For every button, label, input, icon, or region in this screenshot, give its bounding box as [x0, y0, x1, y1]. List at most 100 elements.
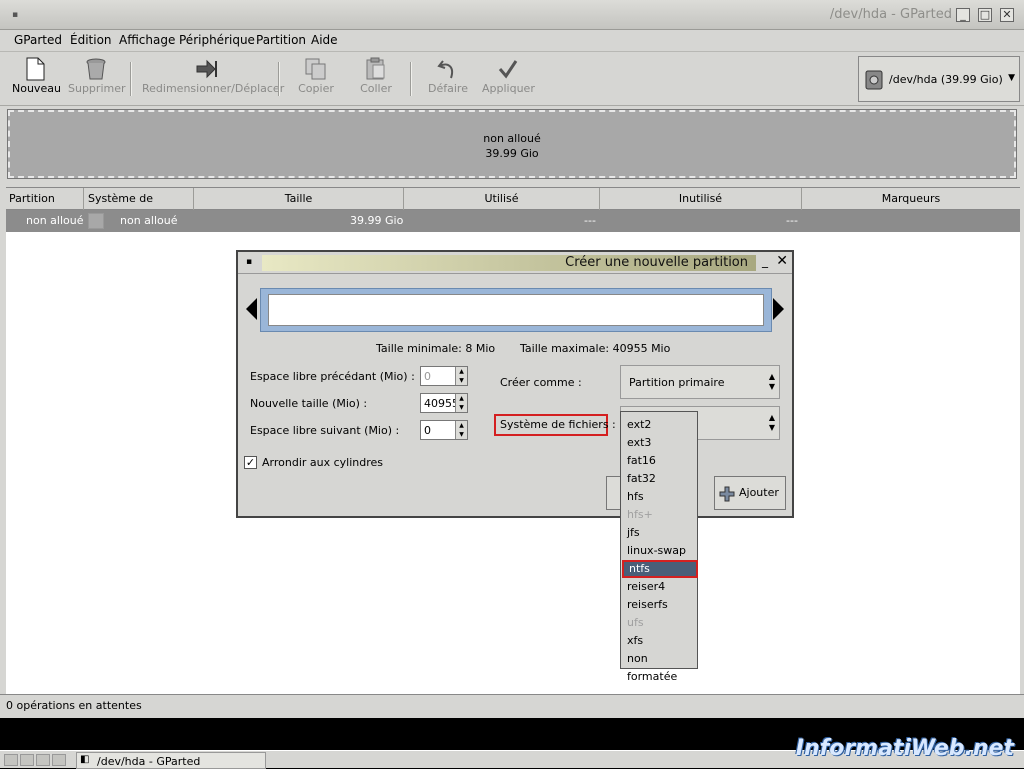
partition-size-slider[interactable]: [246, 284, 784, 336]
dialog-close-icon[interactable]: ✕: [776, 253, 788, 269]
free-before-spinner[interactable]: 0 ▲ ▼: [420, 366, 468, 386]
new-button[interactable]: Nouveau: [12, 56, 61, 102]
filesystem-label: Système de fichiers :: [500, 418, 616, 431]
filesystem-label-highlight: Système de fichiers :: [494, 414, 616, 436]
round-cylinders-label: Arrondir aux cylindres: [262, 456, 384, 469]
filesystem-option-ntfs[interactable]: ntfs: [622, 560, 698, 578]
free-before-value[interactable]: 0: [424, 370, 431, 383]
watermark-logo: InformatiWeb.net: [795, 736, 1014, 761]
trash-icon: [68, 56, 124, 82]
max-size-label: Taille maximale: 40955 Mio: [520, 342, 671, 355]
filesystem-option-ext3[interactable]: ext3: [625, 434, 695, 452]
workspace-3[interactable]: [36, 754, 50, 766]
add-button[interactable]: Ajouter: [714, 476, 786, 510]
slider-partition-fill: [268, 294, 764, 326]
column-header-filesystem[interactable]: Système de fichiers: [84, 188, 194, 227]
maximize-button[interactable]: □: [978, 8, 992, 22]
status-bar: 0 opérations en attentes: [0, 694, 1024, 718]
add-button-label: Ajouter: [739, 486, 779, 499]
filesystem-option-non-format-e[interactable]: non formatée: [625, 650, 695, 683]
filesystem-color-swatch: [88, 213, 104, 229]
filesystem-option-ufs[interactable]: ufs: [625, 614, 695, 632]
workspace-1[interactable]: [4, 754, 18, 766]
filesystem-option-jfs[interactable]: jfs: [625, 524, 695, 542]
device-selector[interactable]: /dev/hda (39.99 Gio) ▼: [858, 56, 1020, 102]
partition-table-header: Partition Système de fichiers Taille Uti…: [6, 187, 1020, 227]
chevron-down-icon: ▼: [1008, 73, 1015, 83]
free-after-spinner[interactable]: 0 ▲ ▼: [420, 420, 468, 440]
clipboard-icon: [354, 56, 398, 82]
spinner-arrows-icon[interactable]: ▲ ▼: [455, 394, 467, 412]
menu-edition[interactable]: Édition: [70, 33, 112, 47]
filesystem-option-ext2[interactable]: ext2: [625, 416, 695, 434]
menubar: GParted Édition Affichage Périphérique P…: [0, 30, 1024, 52]
column-header-size[interactable]: Taille: [194, 188, 404, 210]
cell-unused: ---: [786, 214, 798, 227]
create-as-label: Créer comme :: [500, 376, 582, 389]
dialog-menu-icon[interactable]: ▪: [246, 257, 252, 267]
column-header-flags[interactable]: Marqueurs: [802, 188, 1020, 210]
menu-partition[interactable]: Partition: [256, 33, 306, 47]
slider-left-handle-icon[interactable]: [246, 298, 257, 320]
spinner-arrows-icon[interactable]: ▲ ▼: [455, 367, 467, 385]
dialog-title: Créer une nouvelle partition: [565, 255, 748, 270]
toolbar-separator: [130, 62, 132, 96]
dialog-minimize-icon[interactable]: _: [762, 254, 768, 268]
menu-aide[interactable]: Aide: [311, 33, 338, 47]
filesystem-option-xfs[interactable]: xfs: [625, 632, 695, 650]
table-row[interactable]: non alloué non alloué 39.99 Gio --- ---: [6, 210, 1020, 232]
menu-peripherique[interactable]: Périphérique: [179, 33, 255, 47]
filesystem-option-reiserfs[interactable]: reiserfs: [625, 596, 695, 614]
delete-button[interactable]: Supprimer: [68, 56, 126, 102]
undo-icon: [426, 56, 470, 82]
copy-button[interactable]: Copier: [294, 56, 338, 102]
cell-partition: non alloué: [26, 214, 84, 227]
copy-icon: [294, 56, 338, 82]
filesystem-option-linux-swap[interactable]: linux-swap: [625, 542, 695, 560]
window-titlebar[interactable]: ▪ /dev/hda - GParted _ □ ✕: [0, 0, 1024, 30]
taskbar-task-gparted[interactable]: ◧ /dev/hda - GParted: [76, 752, 266, 769]
new-size-value[interactable]: 40955: [424, 397, 459, 410]
window-menu-icon[interactable]: ▪: [12, 10, 18, 20]
plus-icon: [719, 486, 735, 505]
cell-filesystem: non alloué: [120, 214, 178, 227]
create-partition-dialog: ▪ Créer une nouvelle partition _ ✕ Taill…: [236, 250, 794, 518]
filesystem-option-fat32[interactable]: fat32: [625, 470, 695, 488]
window-title: /dev/hda - GParted: [829, 7, 952, 22]
new-size-spinner[interactable]: 40955 ▲ ▼: [420, 393, 468, 413]
disk-graphic[interactable]: non alloué 39.99 Gio: [7, 109, 1017, 179]
resize-move-button[interactable]: Redimensionner/Déplacer: [142, 56, 284, 102]
paste-button[interactable]: Coller: [354, 56, 398, 102]
column-header-used[interactable]: Utilisé: [404, 188, 600, 210]
filesystem-option-fat16[interactable]: fat16: [625, 452, 695, 470]
toolbar-separator: [410, 62, 412, 96]
workspace-2[interactable]: [20, 754, 34, 766]
undo-button[interactable]: Défaire: [426, 56, 470, 102]
cell-size: 39.99 Gio: [350, 214, 404, 227]
combo-arrows-icon: ▲ ▼: [768, 372, 775, 391]
close-button[interactable]: ✕: [1000, 8, 1014, 22]
combo-arrows-icon: ▲ ▼: [768, 413, 775, 432]
menu-affichage[interactable]: Affichage: [119, 33, 175, 47]
workspace-4[interactable]: [52, 754, 66, 766]
create-as-combo[interactable]: Partition primaire ▲ ▼: [620, 365, 780, 399]
apply-button[interactable]: Appliquer: [482, 56, 535, 102]
device-label: /dev/hda (39.99 Gio): [889, 73, 1003, 86]
minimize-button[interactable]: _: [956, 8, 970, 22]
toolbar-separator: [278, 62, 280, 96]
slider-right-handle-icon[interactable]: [773, 298, 784, 320]
dialog-titlebar[interactable]: ▪ Créer une nouvelle partition _ ✕: [238, 252, 792, 274]
column-header-unused[interactable]: Inutilisé: [600, 188, 802, 210]
round-cylinders-checkbox[interactable]: ✓: [244, 456, 257, 469]
filesystem-option-reiser4[interactable]: reiser4: [625, 578, 695, 596]
checkmark-icon: [482, 56, 534, 82]
spinner-arrows-icon[interactable]: ▲ ▼: [455, 421, 467, 439]
filesystem-option-hfs[interactable]: hfs: [625, 488, 695, 506]
cell-used: ---: [584, 214, 596, 227]
disk-segment-label: non alloué: [483, 132, 541, 145]
filesystem-option-hfs-[interactable]: hfs+: [625, 506, 695, 524]
free-after-value[interactable]: 0: [424, 424, 431, 437]
free-before-label: Espace libre précédant (Mio) :: [250, 370, 415, 383]
menu-gparted[interactable]: GParted: [14, 33, 62, 47]
column-header-partition[interactable]: Partition: [6, 188, 84, 210]
